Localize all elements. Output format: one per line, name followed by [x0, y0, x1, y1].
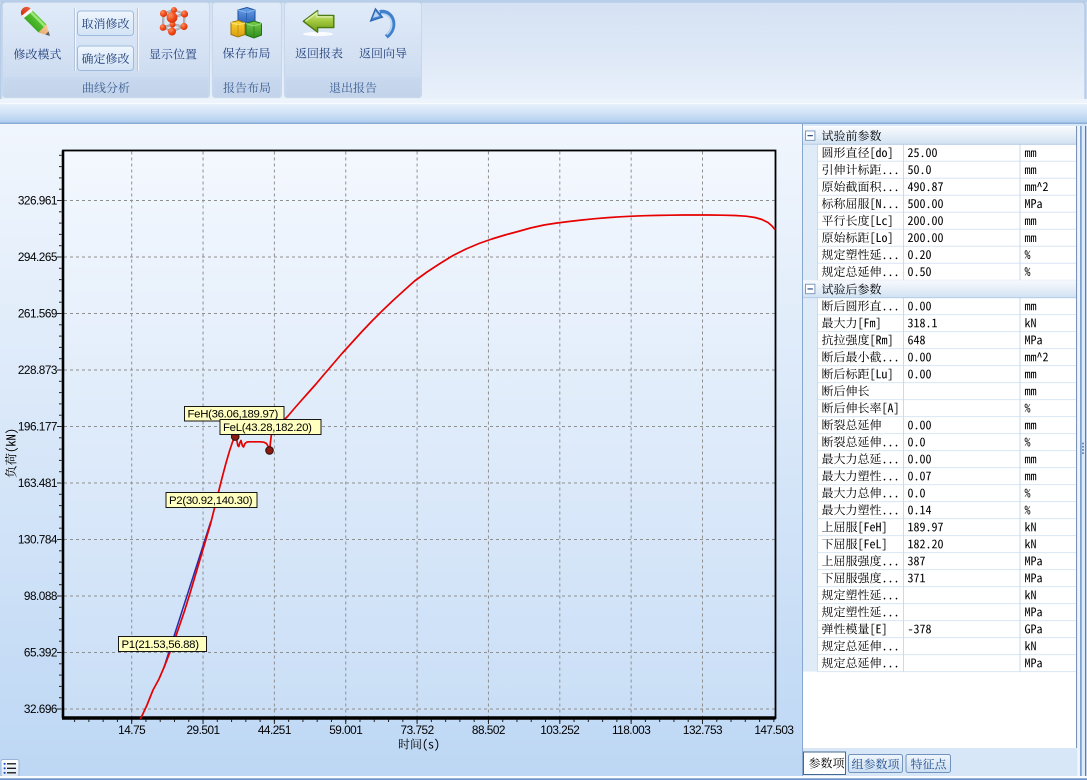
svg-text:32.696: 32.696: [24, 702, 58, 716]
svg-text:29.501: 29.501: [187, 723, 220, 737]
svg-text:73.752: 73.752: [401, 723, 434, 737]
svg-text:326.961: 326.961: [18, 194, 57, 208]
svg-text:130.784: 130.784: [18, 533, 58, 547]
svg-text:59.001: 59.001: [329, 723, 362, 737]
svg-text:261.569: 261.569: [18, 307, 57, 321]
svg-text:228.873: 228.873: [18, 363, 58, 377]
svg-text:P1(21.53,56.88): P1(21.53,56.88): [122, 639, 200, 651]
svg-text:132.753: 132.753: [683, 723, 723, 737]
svg-text:118.003: 118.003: [612, 723, 651, 737]
svg-text:103.252: 103.252: [540, 723, 579, 737]
svg-text:98.088: 98.088: [24, 589, 58, 603]
svg-text:FeL(43.28,182.20): FeL(43.28,182.20): [223, 422, 312, 434]
svg-text:65.392: 65.392: [24, 646, 57, 660]
svg-text:88.502: 88.502: [472, 723, 505, 737]
svg-text:44.251: 44.251: [258, 723, 291, 737]
svg-text:14.75: 14.75: [118, 723, 146, 737]
svg-text:147.503: 147.503: [754, 723, 794, 737]
svg-text:163.481: 163.481: [18, 476, 57, 490]
svg-text:294.265: 294.265: [18, 250, 58, 264]
svg-text:FeH(36.06,189.97): FeH(36.06,189.97): [188, 409, 279, 421]
svg-text:P2(30.92,140.30): P2(30.92,140.30): [169, 495, 253, 507]
svg-text:196.177: 196.177: [18, 420, 57, 434]
